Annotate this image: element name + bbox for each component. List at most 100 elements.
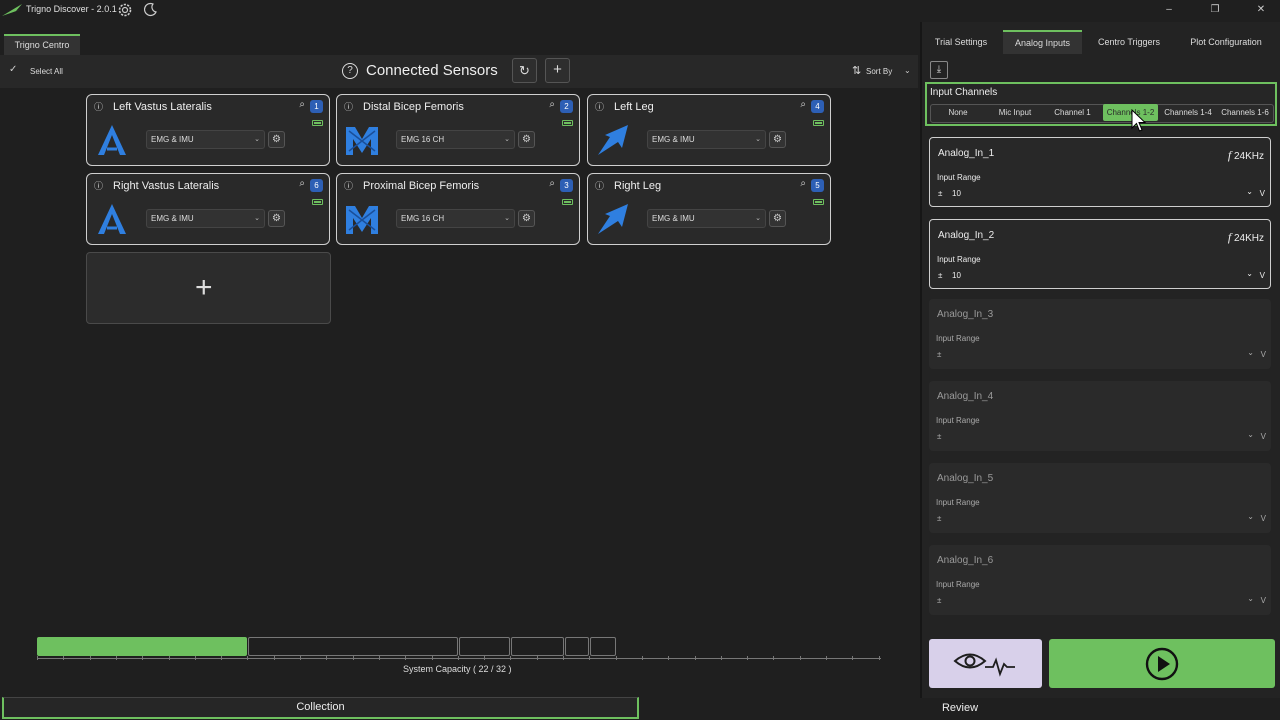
import-button[interactable]: ⤓ xyxy=(930,61,948,79)
info-icon[interactable]: ⓘ xyxy=(595,100,604,113)
analog-channel-card: Analog_In_1 Input Range ± ⌄ V 10 f 24KHz xyxy=(929,137,1271,207)
channel-option-channel-1[interactable]: Channel 1 xyxy=(1045,104,1100,121)
search-icon[interactable]: ⌕ xyxy=(299,99,305,110)
capacity-tick xyxy=(826,656,827,660)
info-icon[interactable]: ⓘ xyxy=(344,100,353,113)
sort-icon[interactable]: ⇅ xyxy=(852,64,861,77)
help-icon[interactable]: ? xyxy=(342,63,358,79)
sensor-name: Right Vastus Lateralis xyxy=(113,180,220,192)
input-range-value[interactable]: 10 xyxy=(952,189,961,198)
sensor-card[interactable]: ⓘ Right Leg ⌕ 5 EMG & IMU ⌄ ⚙ xyxy=(587,173,831,245)
plus-icon: + xyxy=(553,61,562,78)
select-all-label[interactable]: Select All xyxy=(30,67,63,76)
info-icon[interactable]: ⓘ xyxy=(595,179,604,192)
volt-unit-label: V xyxy=(1260,350,1266,359)
info-icon[interactable]: ⓘ xyxy=(94,179,103,192)
search-icon[interactable]: ⌕ xyxy=(299,178,305,189)
sensor-mode-dropdown[interactable]: EMG 16 CH ⌄ xyxy=(396,130,515,149)
restore-icon[interactable]: ❐ xyxy=(1205,2,1225,18)
add-sensor-button[interactable]: + xyxy=(545,58,570,83)
search-icon[interactable]: ⌕ xyxy=(800,99,806,110)
sensor-mode-value: EMG & IMU xyxy=(151,135,194,144)
chevron-down-icon[interactable]: ⌄ xyxy=(904,66,911,75)
capacity-tick xyxy=(221,656,223,660)
sensor-name: Proximal Bicep Femoris xyxy=(363,180,480,192)
sensor-card[interactable]: ⓘ Left Vastus Lateralis ⌕ 1 EMG & IMU ⌄ ⚙ xyxy=(86,94,330,166)
search-icon[interactable]: ⌕ xyxy=(549,178,555,189)
range-dropdown-chevron-icon[interactable]: ⌄ xyxy=(1247,348,1254,357)
channel-option-channels-1-6[interactable]: Channels 1-6 xyxy=(1218,104,1272,121)
close-icon[interactable]: ✕ xyxy=(1251,2,1271,18)
dark-mode-moon-icon[interactable] xyxy=(143,2,158,17)
sensor-name: Left Vastus Lateralis xyxy=(113,101,212,113)
sensor-mode-dropdown[interactable]: EMG & IMU ⌄ xyxy=(146,209,265,228)
sensor-name: Left Leg xyxy=(614,101,654,113)
analog-channel-name: Analog_In_1 xyxy=(938,148,995,159)
capacity-tick xyxy=(484,656,486,660)
plus-minus-label: ± xyxy=(938,271,943,280)
input-range-value[interactable]: 10 xyxy=(952,271,961,280)
sensor-settings-icon[interactable]: ⚙ xyxy=(518,210,535,227)
preview-signal-button[interactable] xyxy=(929,639,1042,688)
sensor-card[interactable]: ⓘ Right Vastus Lateralis ⌕ 6 EMG & IMU ⌄ ⚙ xyxy=(86,173,330,245)
volt-unit-label: V xyxy=(1260,432,1266,441)
tab-collection[interactable]: Collection xyxy=(2,697,639,719)
capacity-segment xyxy=(459,637,510,656)
range-dropdown-chevron-icon[interactable]: ⌄ xyxy=(1247,512,1254,521)
settings-gear-icon[interactable] xyxy=(116,1,134,19)
tab-plot-configuration[interactable]: Plot Configuration xyxy=(1182,30,1270,54)
sensor-number-badge: 5 xyxy=(811,179,824,192)
sensor-settings-icon[interactable]: ⚙ xyxy=(769,210,786,227)
capacity-tick xyxy=(247,656,249,660)
channel-option-mic-input[interactable]: Mic Input xyxy=(988,104,1042,121)
minimize-icon[interactable]: – xyxy=(1159,2,1179,18)
capacity-segment xyxy=(248,637,458,656)
range-dropdown-chevron-icon[interactable]: ⌄ xyxy=(1246,269,1253,278)
sensor-settings-icon[interactable]: ⚙ xyxy=(268,210,285,227)
range-dropdown-chevron-icon[interactable]: ⌄ xyxy=(1247,594,1254,603)
start-collection-button[interactable] xyxy=(1049,639,1275,688)
tab-analog-inputs[interactable]: Analog Inputs xyxy=(1003,30,1082,54)
capacity-tick xyxy=(694,656,696,660)
sensor-settings-icon[interactable]: ⚙ xyxy=(769,131,786,148)
search-icon[interactable]: ⌕ xyxy=(549,99,555,110)
sensor-settings-icon[interactable]: ⚙ xyxy=(518,131,535,148)
sensor-mode-value: EMG & IMU xyxy=(652,135,695,144)
checkmark-icon[interactable]: ✓ xyxy=(9,64,17,75)
info-icon[interactable]: ⓘ xyxy=(94,100,103,113)
sample-frequency: f 24KHz xyxy=(1228,148,1264,163)
sensor-settings-icon[interactable]: ⚙ xyxy=(268,131,285,148)
tab-trial-settings[interactable]: Trial Settings xyxy=(930,30,992,54)
channel-option-channels-1-4[interactable]: Channels 1-4 xyxy=(1160,104,1216,121)
input-range-label: Input Range xyxy=(936,334,980,343)
sensor-card[interactable]: ⓘ Left Leg ⌕ 4 EMG & IMU ⌄ ⚙ xyxy=(587,94,831,166)
range-dropdown-chevron-icon[interactable]: ⌄ xyxy=(1246,187,1253,196)
tab-centro-triggers[interactable]: Centro Triggers xyxy=(1092,30,1166,54)
tab-trigno-centro[interactable]: Trigno Centro xyxy=(4,34,80,55)
refresh-button[interactable]: ↻ xyxy=(512,58,537,83)
sensor-card[interactable]: ⓘ Distal Bicep Femoris ⌕ 2 EMG 16 CH ⌄ ⚙ xyxy=(336,94,580,166)
channel-option-none[interactable]: None xyxy=(931,104,985,121)
add-sensor-card[interactable]: + xyxy=(86,252,331,324)
arrow-sensor-logo xyxy=(596,202,630,236)
sensor-mode-dropdown[interactable]: EMG & IMU ⌄ xyxy=(146,130,265,149)
chevron-down-icon: ⌄ xyxy=(254,215,260,222)
download-icon: ⤓ xyxy=(936,64,942,75)
avanti-sensor-logo xyxy=(95,202,129,236)
sort-by-label[interactable]: Sort By xyxy=(866,67,892,76)
sensor-mode-dropdown[interactable]: EMG 16 CH ⌄ xyxy=(396,209,515,228)
input-range-label: Input Range xyxy=(936,498,980,507)
maize-sensor-logo xyxy=(345,202,379,236)
sensor-card[interactable]: ⓘ Proximal Bicep Femoris ⌕ 3 EMG 16 CH ⌄ ⚙ xyxy=(336,173,580,245)
sensor-mode-dropdown[interactable]: EMG & IMU ⌄ xyxy=(647,209,766,228)
info-icon[interactable]: ⓘ xyxy=(344,179,353,192)
sensor-mode-dropdown[interactable]: EMG & IMU ⌄ xyxy=(647,130,766,149)
capacity-tick xyxy=(431,656,433,660)
plus-minus-label: ± xyxy=(937,596,942,605)
sensor-toolbar: ✓ Select All ? Connected Sensors ↻ + ⇅ S… xyxy=(0,55,918,88)
search-icon[interactable]: ⌕ xyxy=(800,178,806,189)
maize-sensor-logo xyxy=(345,123,379,157)
input-range-label: Input Range xyxy=(937,173,981,182)
range-dropdown-chevron-icon[interactable]: ⌄ xyxy=(1247,430,1254,439)
tab-review[interactable]: Review xyxy=(640,698,1280,719)
